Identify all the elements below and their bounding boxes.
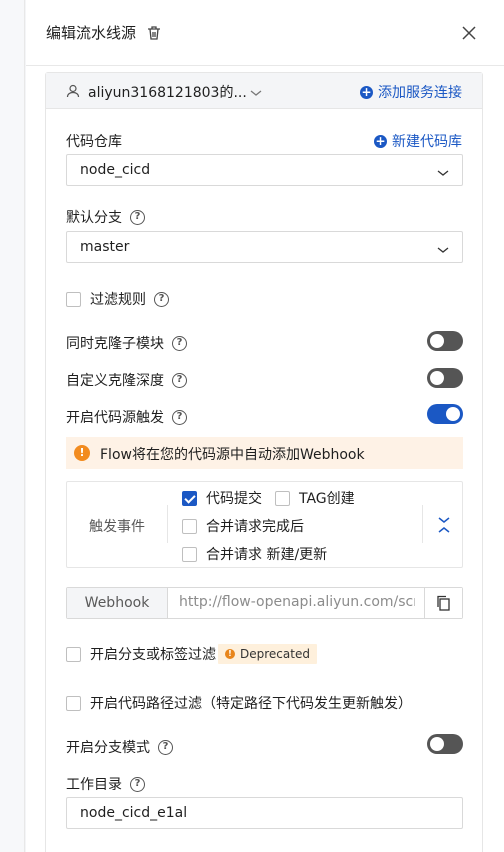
workdir-label: 工作目录 bbox=[66, 777, 122, 793]
help-icon[interactable]: ? bbox=[172, 335, 187, 351]
divider bbox=[167, 505, 168, 543]
chevron-down-icon bbox=[437, 243, 449, 253]
repo-select[interactable]: node_cicd bbox=[66, 154, 463, 186]
branch-mode-toggle[interactable] bbox=[427, 734, 463, 754]
clone-depth-toggle[interactable] bbox=[427, 368, 463, 388]
path-filter-checkbox[interactable] bbox=[66, 695, 81, 711]
workdir-input[interactable]: node_cicd_e1al bbox=[66, 797, 463, 829]
checkbox-checked[interactable] bbox=[182, 490, 197, 506]
close-icon[interactable] bbox=[458, 22, 480, 44]
warning-icon: ! bbox=[225, 649, 235, 659]
badge-text: Deprecated bbox=[240, 647, 310, 661]
branch-label: 默认分支 bbox=[66, 210, 122, 226]
workdir-value: node_cicd_e1al bbox=[80, 805, 188, 821]
branch-tag-filter-label: 开启分支或标签过滤 bbox=[90, 647, 216, 663]
copy-icon bbox=[437, 595, 450, 611]
trigger-option-merge-update[interactable]: 合并请求 新建/更新 bbox=[182, 544, 327, 564]
chevron-down-icon bbox=[437, 166, 449, 176]
user-icon bbox=[66, 84, 80, 98]
trigger-events-label: 触发事件 bbox=[89, 519, 145, 535]
help-icon[interactable]: ? bbox=[130, 209, 145, 225]
copy-button[interactable] bbox=[424, 588, 462, 618]
option-label: 合并请求 新建/更新 bbox=[206, 547, 328, 563]
new-repo-button[interactable]: + 新建代码库 bbox=[374, 131, 462, 151]
account-bar: aliyun3168121803的... + 添加服务连接 bbox=[46, 73, 482, 109]
branch-tag-filter-row: 开启分支或标签过滤 ! Deprecated bbox=[66, 644, 317, 664]
path-filter-label: 开启代码路径过滤（特定路径下代码发生更新触发） bbox=[90, 696, 412, 712]
webhook-notice: ! Flow将在您的代码源中自动添加Webhook bbox=[66, 437, 463, 469]
trigger-option-merge-complete[interactable]: 合并请求完成后 bbox=[182, 516, 304, 536]
trigger-events-box: 触发事件 代码提交 TAG创建 合并请求完成后 合并请求 新建/更新 bbox=[66, 481, 463, 568]
chevron-down-icon[interactable] bbox=[250, 86, 262, 96]
add-service-connection-button[interactable]: + 添加服务连接 bbox=[360, 82, 462, 102]
clone-submodules-label: 同时克隆子模块 bbox=[66, 336, 164, 352]
drawer-title: 编辑流水线源 bbox=[46, 24, 137, 42]
branch-mode-label: 开启分支模式 bbox=[66, 740, 150, 756]
branch-select[interactable]: master bbox=[66, 231, 463, 263]
webhook-label: Webhook bbox=[67, 588, 168, 618]
help-icon[interactable]: ? bbox=[130, 776, 145, 792]
path-filter-row: 开启代码路径过滤（特定路径下代码发生更新触发） bbox=[66, 693, 412, 713]
repo-label: 代码仓库 bbox=[66, 134, 122, 150]
clone-depth-label: 自定义克隆深度 bbox=[66, 373, 164, 389]
clone-depth-row: 自定义克隆深度 ? bbox=[66, 370, 187, 390]
checkbox[interactable] bbox=[182, 546, 197, 562]
webhook-field: Webhook http://flow-openapi.aliyun.com/s… bbox=[66, 587, 463, 619]
help-icon[interactable]: ? bbox=[172, 372, 187, 388]
repo-value: node_cicd bbox=[80, 162, 151, 178]
checkbox[interactable] bbox=[182, 518, 197, 534]
option-label: 代码提交 bbox=[206, 491, 262, 507]
branch-tag-filter-checkbox[interactable] bbox=[66, 646, 81, 662]
page-backdrop bbox=[0, 0, 25, 852]
webhook-url[interactable]: http://flow-openapi.aliyun.com/scm/ bbox=[179, 594, 415, 610]
source-trigger-row: 开启代码源触发 ? bbox=[66, 407, 187, 427]
branch-mode-row: 开启分支模式 ? bbox=[66, 737, 173, 757]
divider bbox=[422, 505, 423, 543]
help-icon[interactable]: ? bbox=[154, 291, 169, 307]
filter-rules-checkbox[interactable] bbox=[66, 291, 81, 307]
filter-rules-row: 过滤规则 ? bbox=[66, 289, 169, 309]
collapse-icon[interactable] bbox=[437, 516, 451, 534]
option-label: 合并请求完成后 bbox=[206, 519, 304, 535]
clone-submodules-toggle[interactable] bbox=[427, 331, 463, 351]
clone-submodules-row: 同时克隆子模块 ? bbox=[66, 333, 187, 353]
new-repo-label: 新建代码库 bbox=[392, 134, 462, 150]
source-config-card: aliyun3168121803的... + 添加服务连接 代码仓库 + 新建代… bbox=[45, 72, 483, 852]
plus-circle-icon: + bbox=[360, 84, 373, 99]
warning-icon: ! bbox=[74, 445, 90, 461]
option-label: TAG创建 bbox=[299, 491, 355, 507]
branch-label-row: 默认分支 ? bbox=[66, 207, 145, 227]
checkbox[interactable] bbox=[275, 490, 290, 506]
trigger-option-tag[interactable]: TAG创建 bbox=[275, 488, 355, 508]
source-trigger-toggle[interactable] bbox=[427, 404, 463, 424]
account-select[interactable]: aliyun3168121803的... bbox=[88, 82, 247, 102]
filter-rules-label: 过滤规则 bbox=[90, 292, 146, 308]
workdir-row: 工作目录 ? bbox=[66, 774, 145, 794]
source-trigger-label: 开启代码源触发 bbox=[66, 410, 164, 426]
trash-icon[interactable] bbox=[146, 25, 162, 41]
add-connection-label: 添加服务连接 bbox=[378, 85, 462, 101]
notice-text: Flow将在您的代码源中自动添加Webhook bbox=[100, 447, 365, 463]
trigger-option-commit[interactable]: 代码提交 bbox=[182, 488, 262, 508]
plus-circle-icon: + bbox=[374, 133, 387, 148]
deprecated-badge: ! Deprecated bbox=[218, 644, 317, 664]
help-icon[interactable]: ? bbox=[172, 409, 187, 425]
edit-source-drawer: 编辑流水线源 aliyun3168121803的... + 添加服务连接 代码仓… bbox=[26, 0, 504, 852]
help-icon[interactable]: ? bbox=[158, 739, 173, 755]
drawer-header: 编辑流水线源 bbox=[26, 0, 504, 66]
branch-value: master bbox=[80, 239, 130, 255]
